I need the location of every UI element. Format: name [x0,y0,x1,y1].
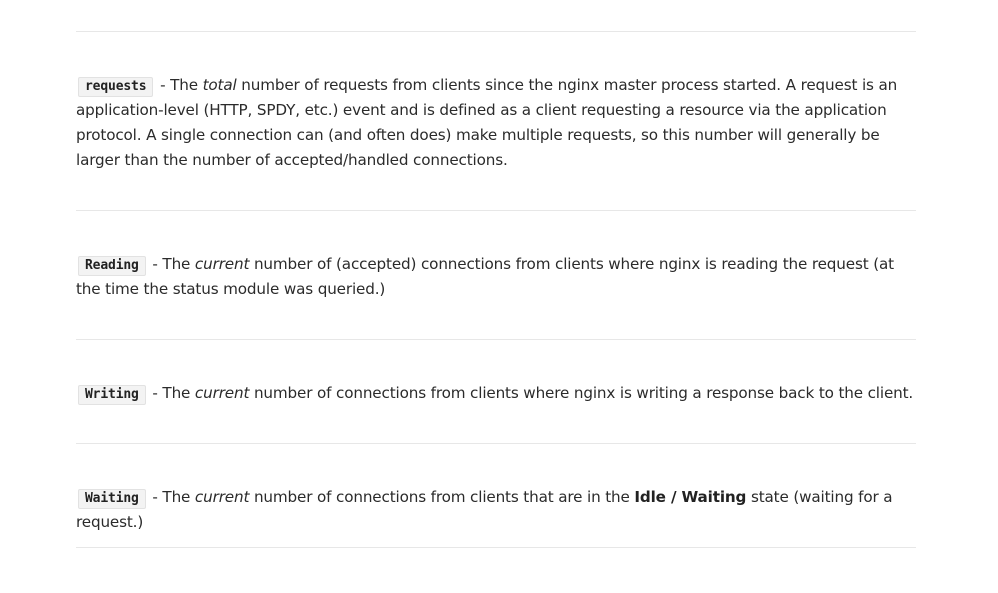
definition-text: number of connections from clients that … [249,488,635,506]
term-code: Waiting [78,489,146,509]
definition-text: number of connections from clients where… [249,384,914,402]
definition-emphasis: current [194,384,250,402]
divider [76,339,916,340]
definition-lead: - The [147,255,195,273]
divider [76,31,916,32]
divider [76,210,916,211]
definition-writing: Writing - The current number of connecti… [76,381,916,406]
term-code: Writing [78,385,146,405]
definition-emphasis: total [202,76,237,94]
definition-emphasis: current [194,488,250,506]
definition-lead: - The [155,76,203,94]
definition-reading: Reading - The current number of (accepte… [76,252,916,302]
term-code: Reading [78,256,146,276]
definition-strong: Idle / Waiting [634,488,747,506]
divider [76,443,916,444]
definition-waiting: Waiting - The current number of connecti… [76,485,916,535]
definition-lead: - The [147,384,195,402]
divider [76,547,916,548]
definition-requests: requests - The total number of requests … [76,73,916,173]
definition-lead: - The [147,488,195,506]
term-code: requests [78,77,154,97]
definition-emphasis: current [194,255,250,273]
